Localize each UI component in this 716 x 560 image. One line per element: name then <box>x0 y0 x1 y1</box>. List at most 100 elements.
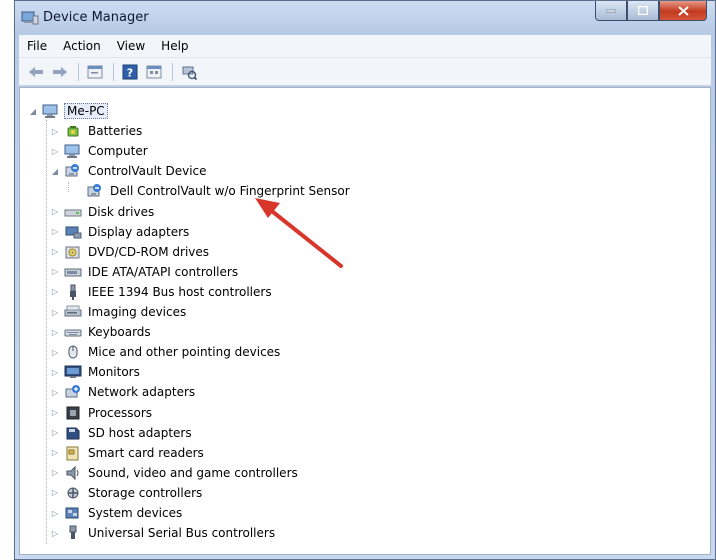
tree-root-me-pc[interactable]: ◢ Me-PC <box>28 102 108 120</box>
collapsed-triangle-icon[interactable]: ▷ <box>50 408 60 417</box>
minimize-icon <box>606 9 616 12</box>
toolbar-separator <box>113 62 114 81</box>
collapsed-triangle-icon[interactable]: ▷ <box>50 488 60 497</box>
network-adapter-icon <box>64 384 82 400</box>
ide-controller-icon <box>64 264 82 280</box>
menu-view[interactable]: View <box>109 39 153 53</box>
svg-text:?: ? <box>127 66 133 79</box>
tree-category-label: Mice and other pointing devices <box>88 345 281 360</box>
tree-category-label: Batteries <box>88 124 143 139</box>
tree-category-processors[interactable]: ▷ Processors <box>50 404 154 422</box>
firewire-icon <box>64 284 82 300</box>
scan-hardware-icon <box>182 66 197 80</box>
menu-bar: File Action View Help <box>19 35 711 58</box>
menu-help[interactable]: Help <box>153 39 196 53</box>
tree-category-controlvault-device[interactable]: ◢ ControlVault Device <box>50 162 209 180</box>
collapsed-triangle-icon[interactable]: ▷ <box>50 348 60 357</box>
tree-category-label: Processors <box>88 405 153 420</box>
sd-card-icon <box>64 425 82 441</box>
tree-category-label: SD host adapters <box>88 425 192 440</box>
collapsed-triangle-icon[interactable]: ▷ <box>50 308 60 317</box>
collapsed-triangle-icon[interactable]: ▷ <box>50 529 60 538</box>
toolbar: ? <box>19 58 711 86</box>
device-tree[interactable]: ◢ Me-PC ▷ Batteries ▷ Computer ◢ ControlVault… <box>19 87 711 555</box>
tree-category-system-devices[interactable]: ▷ System devices <box>50 504 184 522</box>
help-button[interactable]: ? <box>119 62 141 82</box>
tree-category-keyboards[interactable]: ▷ Keyboards <box>50 323 153 341</box>
collapsed-triangle-icon[interactable]: ▷ <box>50 388 60 397</box>
tree-category-label: Universal Serial Bus controllers <box>88 526 276 541</box>
tree-category-computer[interactable]: ▷ Computer <box>50 142 150 160</box>
tree-category-smart-card-readers[interactable]: ▷ Smart card readers <box>50 444 206 462</box>
controlvault-icon <box>64 163 82 179</box>
keyboard-icon <box>64 324 82 340</box>
collapsed-triangle-icon[interactable]: ▷ <box>50 247 60 256</box>
collapsed-triangle-icon[interactable]: ▷ <box>50 368 60 377</box>
menu-file[interactable]: File <box>19 39 55 53</box>
close-button[interactable] <box>659 1 707 21</box>
tree-category-storage-controllers[interactable]: ▷ Storage controllers <box>50 484 204 502</box>
maximize-button[interactable] <box>627 1 659 21</box>
tree-category-label: DVD/CD-ROM drives <box>88 244 210 259</box>
maximize-icon <box>638 6 648 15</box>
tree-category-disk-drives[interactable]: ▷ Disk drives <box>50 203 156 221</box>
tree-category-label: Sound, video and game controllers <box>88 465 298 480</box>
tree-category-sound-video-and-game-controllers[interactable]: ▷ Sound, video and game controllers <box>50 464 300 482</box>
forward-button[interactable] <box>49 62 71 82</box>
tree-category-label: Computer <box>88 144 148 159</box>
collapsed-triangle-icon[interactable]: ▷ <box>50 227 60 236</box>
usb-icon <box>64 525 82 541</box>
minimize-button[interactable] <box>595 1 627 21</box>
smart-card-icon <box>64 445 82 461</box>
tree-category-universal-serial-bus-controllers[interactable]: ▷ Universal Serial Bus controllers <box>50 524 277 542</box>
collapsed-triangle-icon[interactable]: ▷ <box>50 207 60 216</box>
view-icon <box>146 65 162 78</box>
tree-category-label: Monitors <box>88 365 140 380</box>
collapsed-triangle-icon[interactable]: ▷ <box>50 328 60 337</box>
collapsed-triangle-icon[interactable]: ▷ <box>50 428 60 437</box>
scan-hardware-button[interactable] <box>178 62 200 82</box>
tree-category-label: ControlVault Device <box>88 164 207 179</box>
storage-controller-icon <box>64 485 82 501</box>
battery-icon <box>64 123 82 139</box>
tree-category-mice-and-other-pointing-devices[interactable]: ▷ Mice and other pointing devices <box>50 343 282 361</box>
tree-category-label: Storage controllers <box>88 485 203 500</box>
collapsed-triangle-icon[interactable]: ▷ <box>50 448 60 457</box>
collapsed-triangle-icon[interactable]: ▷ <box>50 468 60 477</box>
tree-category-display-adapters[interactable]: ▷ Display adapters <box>50 223 191 241</box>
title-bar[interactable]: Device Manager <box>15 1 715 35</box>
monitor-icon <box>64 364 82 380</box>
tree-category-label: Keyboards <box>88 325 151 340</box>
close-icon <box>677 5 689 16</box>
tree-category-label: Display adapters <box>88 224 190 239</box>
tree-category-imaging-devices[interactable]: ▷ Imaging devices <box>50 303 188 321</box>
collapsed-triangle-icon[interactable]: ▷ <box>50 287 60 296</box>
tree-connector-line <box>68 182 69 192</box>
collapsed-triangle-icon[interactable]: ▷ <box>50 509 60 518</box>
forward-icon <box>53 66 67 77</box>
view-button[interactable] <box>143 62 165 82</box>
collapsed-triangle-icon[interactable]: ▷ <box>50 127 60 136</box>
tree-category-batteries[interactable]: ▷ Batteries <box>50 122 144 140</box>
tree-category-ide-ata-atapi-controllers[interactable]: ▷ IDE ATA/ATAPI controllers <box>50 263 240 281</box>
disk-drive-icon <box>64 204 82 220</box>
properties-button[interactable] <box>84 62 106 82</box>
menu-action[interactable]: Action <box>55 39 109 53</box>
expanded-triangle-icon[interactable]: ◢ <box>50 167 60 176</box>
collapsed-triangle-icon[interactable]: ▷ <box>50 267 60 276</box>
tree-category-label: System devices <box>88 506 183 520</box>
mouse-icon <box>64 344 82 360</box>
tree-category-sd-host-adapters[interactable]: ▷ SD host adapters <box>50 424 194 442</box>
help-icon: ? <box>122 64 138 79</box>
expanded-triangle-icon[interactable]: ◢ <box>28 107 38 116</box>
tree-category-ieee-1394-bus-host-controllers[interactable]: ▷ IEEE 1394 Bus host controllers <box>50 283 274 301</box>
tree-category-label: Disk drives <box>88 204 155 219</box>
speaker-icon <box>64 465 82 481</box>
tree-device-dell-controlvault[interactable]: Dell ControlVault w/o Fingerprint Sensor <box>86 182 352 200</box>
collapsed-triangle-icon[interactable]: ▷ <box>50 147 60 156</box>
back-button[interactable] <box>25 62 47 82</box>
tree-category-label: Smart card readers <box>88 445 204 460</box>
tree-category-network-adapters[interactable]: ▷ Network adapters <box>50 383 197 401</box>
tree-category-dvd-cd-rom-drives[interactable]: ▷ DVD/CD-ROM drives <box>50 243 211 261</box>
tree-category-monitors[interactable]: ▷ Monitors <box>50 363 142 381</box>
